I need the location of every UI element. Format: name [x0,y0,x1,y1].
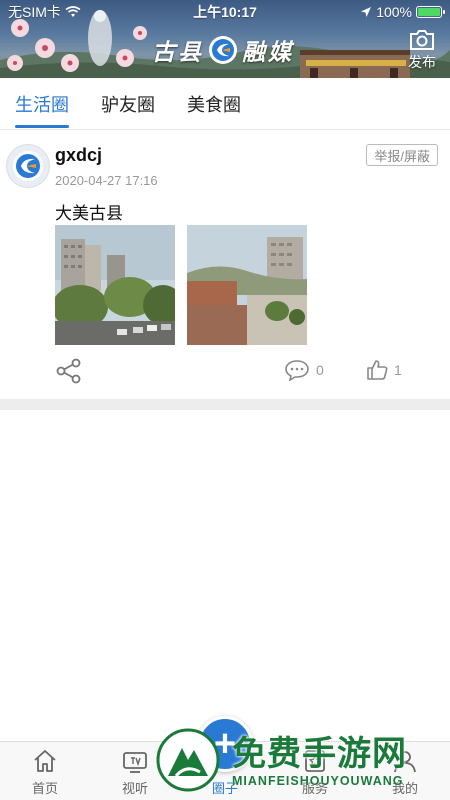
battery-percent: 100% [376,4,412,20]
brand-left-text: 古县 [152,39,204,66]
camera-icon [410,30,434,50]
comment-count: 0 [316,362,324,378]
app-screen: 古县 融媒 无SIM卡 上午10:17 100% 发布 生活圈 驴友圈 美食圈 … [0,0,450,800]
nav-video-label: 视听 [121,781,148,796]
brand-right-text: 融媒 [242,39,294,66]
post-photo-1-image [55,225,175,345]
post-actions: 0 1 [0,353,450,389]
comment-button[interactable]: 0 [284,359,324,381]
post-username[interactable]: gxdcj [55,145,102,166]
user-logo-icon [13,151,43,181]
report-block-button[interactable]: 举报/屏蔽 [366,144,438,166]
status-bar: 无SIM卡 上午10:17 100% [0,0,450,24]
publish-label: 发布 [408,54,436,70]
thumbs-up-icon [367,360,388,380]
banner-building [300,50,410,78]
add-post-button[interactable]: + [197,716,253,772]
nav-service[interactable]: 服务 [270,742,360,800]
location-arrow-icon [361,7,372,17]
like-button[interactable]: 1 [366,359,402,381]
battery-icon [416,6,445,18]
brand-logo: 古县 融媒 [152,33,294,67]
tv-icon [123,752,147,773]
nav-profile-label: 我的 [391,781,418,796]
nav-home-label: 首页 [31,781,58,796]
post-photo-1[interactable] [55,225,175,345]
post-timestamp: 2020-04-27 17:16 [55,173,158,188]
post-card: gxdcj 2020-04-27 17:16 举报/屏蔽 大美古县 0 1 [0,131,450,399]
nav-video[interactable]: 视听 [90,742,180,800]
tab-travel-circle[interactable]: 驴友圈 [101,78,155,130]
nav-profile[interactable]: 我的 [360,742,450,800]
publish-button[interactable]: 发布 [404,28,440,74]
tab-life-circle[interactable]: 生活圈 [15,78,69,130]
home-icon [34,750,56,772]
circle-tabs: 生活圈 驴友圈 美食圈 [0,78,450,130]
header-banner: 古县 融媒 无SIM卡 上午10:17 100% 发布 [0,0,450,78]
post-photo-2[interactable] [187,225,307,345]
brand-logo-icon [209,36,237,64]
share-icon[interactable] [55,357,83,385]
avatar[interactable] [6,144,50,188]
service-icon [305,750,325,772]
comment-icon [285,360,309,381]
nav-service-label: 服务 [301,781,328,796]
carrier-label: 无SIM卡 [8,4,61,20]
post-content: 大美古县 [55,204,123,223]
section-divider [0,399,450,410]
nav-home[interactable]: 首页 [0,742,90,800]
wifi-icon [65,6,81,17]
post-photo-2-image [187,225,307,345]
tab-food-circle[interactable]: 美食圈 [187,78,241,130]
like-count: 1 [394,362,402,378]
nav-circle-label: 圈子 [211,781,238,796]
user-icon [394,751,416,773]
